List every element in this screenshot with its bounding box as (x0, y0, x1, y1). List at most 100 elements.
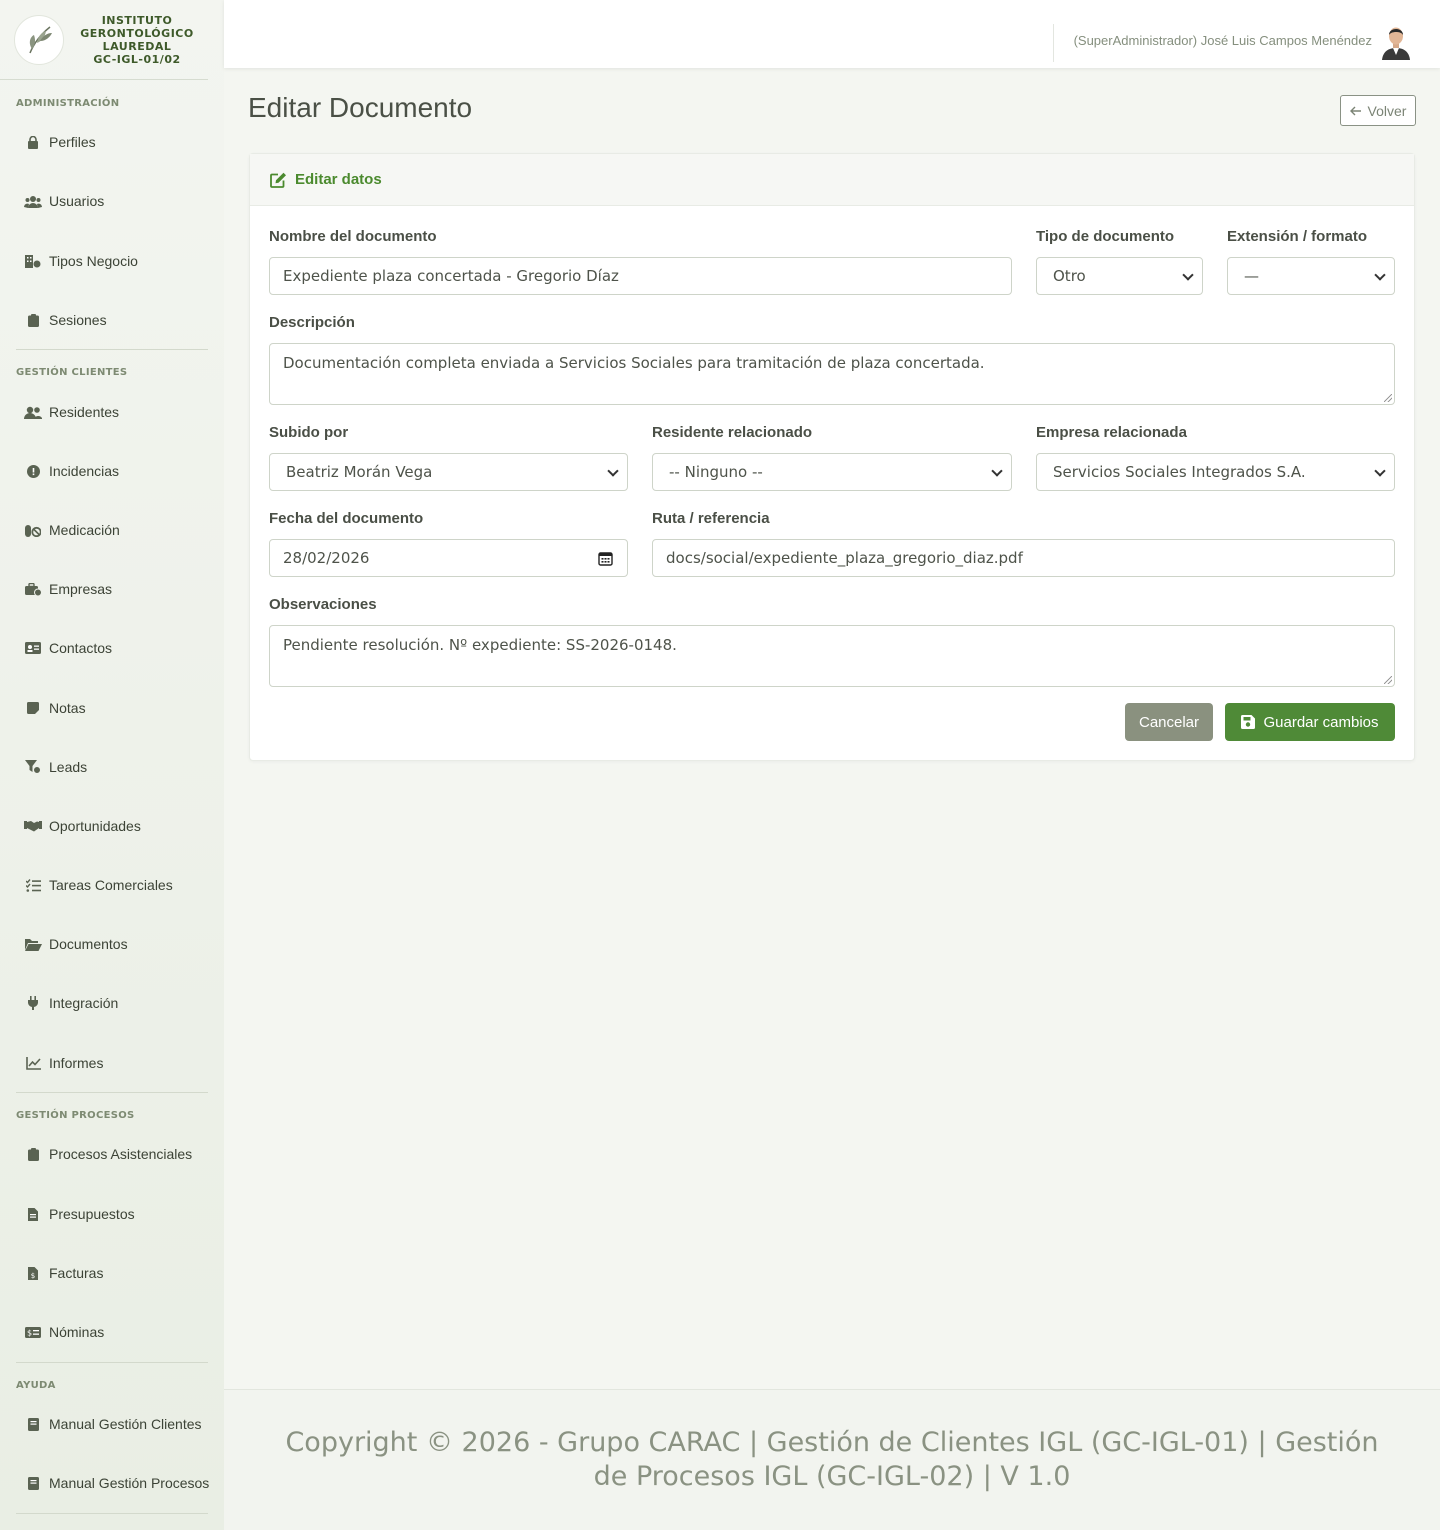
book-icon (24, 1417, 42, 1431)
sidebar-item-label: Presupuestos (49, 1206, 135, 1222)
avatar[interactable] (1380, 24, 1412, 60)
tasks-icon (24, 878, 42, 892)
back-button[interactable]: Volver (1340, 95, 1416, 126)
section-ayuda: Ayuda (16, 1380, 56, 1391)
sidebar-item-label: Usuarios (49, 193, 105, 209)
empresa-select-value: Servicios Sociales Integrados S.A. (1053, 463, 1306, 481)
sidebar-item-tipos-negocio[interactable]: Tipos Negocio (0, 241, 224, 281)
back-button-label: Volver (1367, 102, 1407, 119)
sidebar-item-empresas[interactable]: Empresas (0, 569, 224, 609)
residente-select-value: -- Ninguno -- (669, 463, 763, 481)
sidebar-item-medicacion[interactable]: Medicación (0, 510, 224, 550)
arrow-left-icon (1349, 103, 1362, 119)
funnel-icon (24, 760, 42, 774)
sidebar-item-manual-clientes[interactable]: Manual Gestión Clientes (0, 1404, 224, 1444)
sidebar-item-label: Empresas (49, 581, 113, 597)
ruta-input[interactable]: docs/social/expediente_plaza_gregorio_di… (652, 539, 1395, 577)
sidebar-item-procesos-asistenciales[interactable]: Procesos Asistenciales (0, 1134, 224, 1174)
tipo-label: Tipo de documento (1036, 228, 1175, 245)
edit-icon (270, 172, 287, 188)
sidebar-item-label: Sesiones (49, 312, 107, 328)
subido-select-value: Beatriz Morán Vega (286, 463, 433, 481)
sidebar-item-label: Facturas (49, 1265, 104, 1281)
nombre-input[interactable]: Expediente plaza concertada - Gregorio D… (269, 257, 1012, 295)
svg-text:$: $ (31, 1272, 35, 1280)
tipo-select[interactable]: Otro (1036, 257, 1203, 295)
fecha-label: Fecha del documento (269, 510, 424, 527)
sidebar-divider (16, 1362, 208, 1363)
sidebar-item-perfiles[interactable]: Perfiles (0, 122, 224, 162)
residente-select[interactable]: -- Ninguno -- (652, 453, 1012, 491)
handshake-icon (24, 819, 42, 833)
sidebar-item-label: Residentes (49, 404, 120, 420)
brand[interactable]: INSTITUTO GERONTOLÓGICO LAUREDAL GC-IGL-… (0, 0, 208, 80)
subido-select[interactable]: Beatriz Morán Vega (269, 453, 628, 491)
plug-icon (24, 996, 42, 1010)
sidebar-item-notas[interactable]: Notas (0, 688, 224, 728)
section-gestion-procesos: Gestión Procesos (16, 1110, 135, 1121)
sidebar-item-label: Notas (49, 700, 86, 716)
lock-icon (24, 135, 42, 149)
sidebar-item-label: Manual Gestión Procesos (49, 1475, 210, 1491)
descripcion-label: Descripción (269, 314, 355, 331)
sidebar-divider (16, 1092, 208, 1093)
folder-open-icon (24, 937, 42, 951)
topbar-separator (1053, 24, 1054, 62)
money-icon: $ (24, 1325, 42, 1339)
subido-label: Subido por (269, 424, 349, 441)
extension-select[interactable]: — (1227, 257, 1395, 295)
sidebar-item-label: Perfiles (49, 134, 96, 150)
card-header: Editar datos (250, 154, 1414, 206)
line-chart-icon (24, 1056, 42, 1070)
sidebar-item-documentos[interactable]: Documentos (0, 924, 224, 964)
sidebar-item-residentes[interactable]: Residentes (0, 392, 224, 432)
save-button-label: Guardar cambios (1263, 713, 1379, 731)
sidebar-item-label: Leads (49, 759, 88, 775)
brand-name: INSTITUTO GERONTOLÓGICO LAUREDAL GC-IGL-… (80, 13, 194, 66)
observaciones-textarea[interactable]: Pendiente resolución. Nº expediente: SS-… (269, 625, 1395, 687)
sidebar-divider (16, 349, 208, 350)
user-name[interactable]: (SuperAdministrador) José Luis Campos Me… (1074, 33, 1372, 48)
sidebar-item-leads[interactable]: Leads (0, 747, 224, 787)
briefcase-icon (24, 582, 42, 596)
nombre-label: Nombre del documento (269, 228, 437, 245)
empresa-label: Empresa relacionada (1036, 424, 1187, 441)
sidebar-divider (16, 1513, 208, 1514)
sidebar: INSTITUTO GERONTOLÓGICO LAUREDAL GC-IGL-… (0, 0, 224, 1530)
fecha-input-value: 28/02/2026 (283, 549, 370, 567)
section-gestion-clientes: Gestión Clientes (16, 367, 128, 378)
residente-label: Residente relacionado (652, 424, 813, 441)
extension-select-value: — (1244, 267, 1259, 285)
empresa-select[interactable]: Servicios Sociales Integrados S.A. (1036, 453, 1395, 491)
sidebar-item-label: Informes (49, 1055, 104, 1071)
building-icon (24, 254, 42, 268)
calendar-icon[interactable] (598, 551, 613, 566)
descripcion-textarea[interactable]: Documentación completa enviada a Servici… (269, 343, 1395, 405)
sidebar-item-label: Procesos Asistenciales (49, 1146, 193, 1162)
sidebar-item-facturas[interactable]: $ Facturas (0, 1253, 224, 1293)
sidebar-item-manual-procesos[interactable]: Manual Gestión Procesos (0, 1463, 224, 1503)
sidebar-item-tareas-comerciales[interactable]: Tareas Comerciales (0, 865, 224, 905)
sidebar-item-label: Contactos (49, 640, 113, 656)
svg-text:$: $ (27, 1328, 32, 1337)
sidebar-item-usuarios[interactable]: Usuarios (0, 181, 224, 221)
sidebar-item-oportunidades[interactable]: Oportunidades (0, 806, 224, 846)
sidebar-item-incidencias[interactable]: Incidencias (0, 451, 224, 491)
user-group-icon (24, 405, 42, 419)
sidebar-item-label: Medicación (49, 522, 120, 538)
tipo-select-value: Otro (1053, 267, 1086, 285)
page-title: Editar Documento (248, 92, 473, 123)
sidebar-item-sesiones[interactable]: Sesiones (0, 300, 224, 340)
sidebar-item-integracion[interactable]: Integración (0, 983, 224, 1023)
cancel-button[interactable]: Cancelar (1125, 703, 1213, 741)
sidebar-item-nominas[interactable]: $ Nóminas (0, 1312, 224, 1352)
sidebar-item-presupuestos[interactable]: Presupuestos (0, 1194, 224, 1234)
sidebar-item-label: Nóminas (49, 1324, 105, 1340)
fecha-input[interactable]: 28/02/2026 (269, 539, 628, 577)
clipboard-icon (24, 1147, 42, 1161)
sidebar-item-informes[interactable]: Informes (0, 1043, 224, 1083)
save-button[interactable]: Guardar cambios (1225, 703, 1395, 741)
sidebar-item-contactos[interactable]: Contactos (0, 628, 224, 668)
alert-circle-icon (24, 464, 42, 478)
ruta-label: Ruta / referencia (652, 510, 770, 527)
